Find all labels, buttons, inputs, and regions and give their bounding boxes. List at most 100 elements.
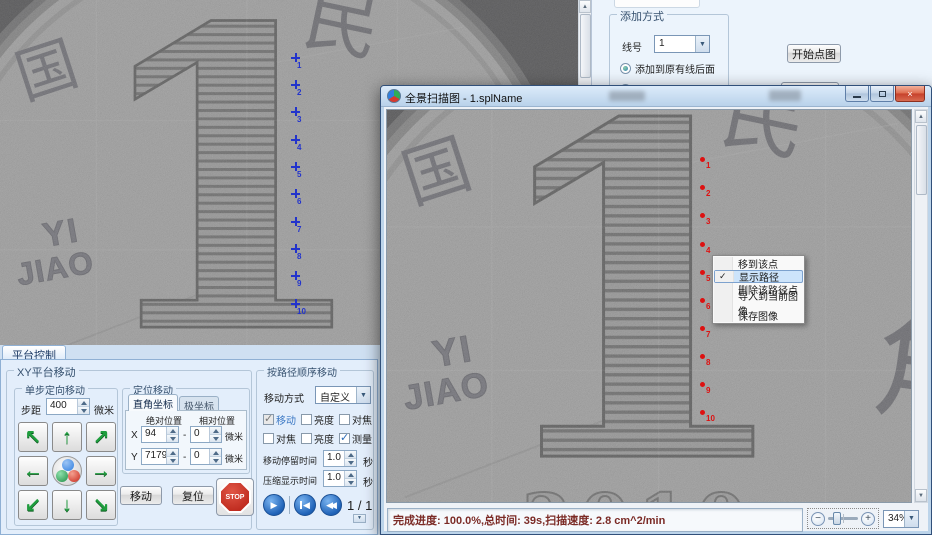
- move-up-right-button[interactable]: ↗: [86, 422, 116, 452]
- spin-up-icon[interactable]: [78, 399, 89, 406]
- chevron-down-icon[interactable]: ▼: [904, 511, 918, 527]
- move-mode-select[interactable]: 自定义 ▼: [315, 386, 371, 404]
- move-button[interactable]: 移动: [120, 486, 162, 505]
- path-marker-blue[interactable]: 7: [291, 217, 311, 235]
- radio-append-row[interactable]: 添加到原有线后面: [620, 61, 715, 76]
- x-absolute-spinner[interactable]: 94: [141, 426, 179, 443]
- scrollbar-thumb[interactable]: [580, 14, 591, 78]
- compress-time-label: 压缩显示时间: [263, 474, 317, 487]
- radio-selected-icon[interactable]: [620, 63, 631, 74]
- spin-up-icon[interactable]: [210, 449, 221, 456]
- zoom-in-button[interactable]: +: [861, 512, 875, 526]
- checkbox-checked-icon[interactable]: ✓: [339, 433, 350, 444]
- rewind-button[interactable]: ◀◀: [320, 494, 342, 516]
- path-marker-red[interactable]: 2: [700, 185, 722, 201]
- spin-up-icon[interactable]: [345, 471, 356, 478]
- zoom-out-button[interactable]: −: [811, 512, 825, 526]
- dwell-time-spinner[interactable]: 1.0: [323, 450, 357, 467]
- move-right-button[interactable]: →: [86, 456, 116, 486]
- path-marker-red[interactable]: 10: [700, 410, 722, 426]
- check-brightness-1[interactable]: 亮度: [301, 412, 334, 427]
- spin-down-icon[interactable]: [210, 434, 221, 442]
- path-marker-blue[interactable]: 2: [291, 80, 311, 98]
- page-dropdown[interactable]: ▼: [353, 514, 366, 523]
- move-up-left-button[interactable]: ↖: [18, 422, 48, 452]
- move-left-button[interactable]: ←: [18, 456, 48, 486]
- check-move[interactable]: ✓ 移动: [263, 412, 296, 427]
- spin-up-icon[interactable]: [167, 449, 178, 456]
- spin-down-icon[interactable]: [167, 456, 178, 464]
- path-marker-blue[interactable]: 9: [291, 271, 311, 289]
- play-button[interactable]: ▶: [263, 494, 285, 516]
- move-up-button[interactable]: ↑: [52, 422, 82, 452]
- path-marker-red[interactable]: 1: [700, 157, 722, 173]
- line-number-select[interactable]: 1 ▼: [654, 35, 710, 53]
- line-number-value: 1: [655, 36, 695, 52]
- path-marker-blue[interactable]: 10: [291, 299, 311, 317]
- reset-button[interactable]: 复位: [172, 486, 214, 505]
- chevron-down-icon[interactable]: ▼: [356, 387, 370, 403]
- check-brightness-2[interactable]: 亮度: [301, 431, 334, 446]
- compress-time-spinner[interactable]: 1.0: [323, 470, 357, 487]
- panel-tab-decoration[interactable]: [614, 0, 700, 8]
- zoom-slider-handle[interactable]: [833, 512, 841, 525]
- scroll-down-button[interactable]: ▼: [915, 489, 927, 502]
- minimize-button[interactable]: [845, 86, 869, 102]
- move-down-left-button[interactable]: ↙: [18, 490, 48, 520]
- checkbox-icon[interactable]: [301, 433, 312, 444]
- path-marker-red[interactable]: 7: [700, 326, 722, 342]
- spin-up-icon[interactable]: [210, 427, 221, 434]
- scrollbar-thumb[interactable]: [916, 125, 927, 195]
- stop-button[interactable]: STOP: [216, 478, 254, 516]
- tab-platform-control[interactable]: 平台控制: [2, 345, 66, 360]
- spin-down-icon[interactable]: [167, 434, 178, 442]
- spin-down-icon[interactable]: [78, 406, 89, 414]
- check-focus-2[interactable]: 对焦: [263, 431, 296, 446]
- check-measure[interactable]: ✓ 测量: [339, 431, 372, 446]
- scan-vertical-scrollbar[interactable]: ▲ ▼: [914, 109, 928, 503]
- scroll-up-button[interactable]: ▲: [579, 0, 591, 13]
- start-plot-button[interactable]: 开始点图: [787, 44, 841, 63]
- path-marker-blue[interactable]: 8: [291, 244, 311, 262]
- path-marker-blue[interactable]: 4: [291, 135, 311, 153]
- checkbox-icon[interactable]: [263, 433, 274, 444]
- close-button[interactable]: ×: [895, 86, 925, 102]
- spin-up-icon[interactable]: [345, 451, 356, 458]
- tab-cartesian[interactable]: 直角坐标: [128, 394, 178, 411]
- path-marker-blue[interactable]: 3: [291, 107, 311, 125]
- check-focus-1[interactable]: 对焦: [339, 412, 372, 427]
- platform-control-body: XY平台移动 单步定向移动 步距 400 微米 ↖ ↑ ↗ ← → ↙: [0, 359, 378, 535]
- skip-start-button[interactable]: ◀: [294, 494, 316, 516]
- path-marker-blue[interactable]: 1: [291, 53, 311, 71]
- path-marker-red[interactable]: 8: [700, 354, 722, 370]
- spin-down-icon[interactable]: [345, 478, 356, 486]
- path-marker-blue[interactable]: 6: [291, 189, 311, 207]
- scroll-up-button[interactable]: ▲: [915, 110, 927, 123]
- scan-image-viewport[interactable]: 1 2 3 4 5 6 7 8 9 10 移到该点 ✓显示路径 删除该路径点 导…: [386, 109, 912, 503]
- move-down-button[interactable]: ↓: [52, 490, 82, 520]
- checkbox-checked-icon[interactable]: ✓: [263, 414, 274, 425]
- spin-up-icon[interactable]: [167, 427, 178, 434]
- dot-icon: [700, 326, 705, 331]
- path-marker-red[interactable]: 3: [700, 213, 722, 229]
- y-relative-spinner[interactable]: 0: [190, 448, 222, 465]
- move-down-right-button[interactable]: ↘: [86, 490, 116, 520]
- spin-down-icon[interactable]: [345, 458, 356, 466]
- maximize-button[interactable]: [870, 86, 894, 102]
- checkbox-icon[interactable]: [339, 414, 350, 425]
- spin-down-icon[interactable]: [210, 456, 221, 464]
- desktop: 1 2 3 4 5 6 7 8 9 10 ▲ 添加方式 线号 1 ▼ 添加到原有…: [0, 0, 932, 535]
- checkbox-icon[interactable]: [301, 414, 312, 425]
- tab-polar[interactable]: 极坐标: [179, 396, 219, 411]
- path-marker-blue[interactable]: 5: [291, 162, 311, 180]
- titlebar[interactable]: 全景扫描图 - 1.splName ×: [381, 86, 931, 107]
- y-absolute-spinner[interactable]: 7179: [141, 448, 179, 465]
- chevron-down-icon[interactable]: ▼: [695, 36, 709, 52]
- step-spinner[interactable]: 400: [46, 398, 90, 415]
- x-relative-spinner[interactable]: 0: [190, 426, 222, 443]
- zoom-slider[interactable]: [828, 517, 858, 520]
- menu-item-save-image[interactable]: 保存图像: [714, 309, 803, 322]
- zoom-percent-select[interactable]: 34% ▼: [883, 510, 919, 528]
- path-marker-red[interactable]: 9: [700, 382, 722, 398]
- center-home-button[interactable]: [52, 456, 82, 486]
